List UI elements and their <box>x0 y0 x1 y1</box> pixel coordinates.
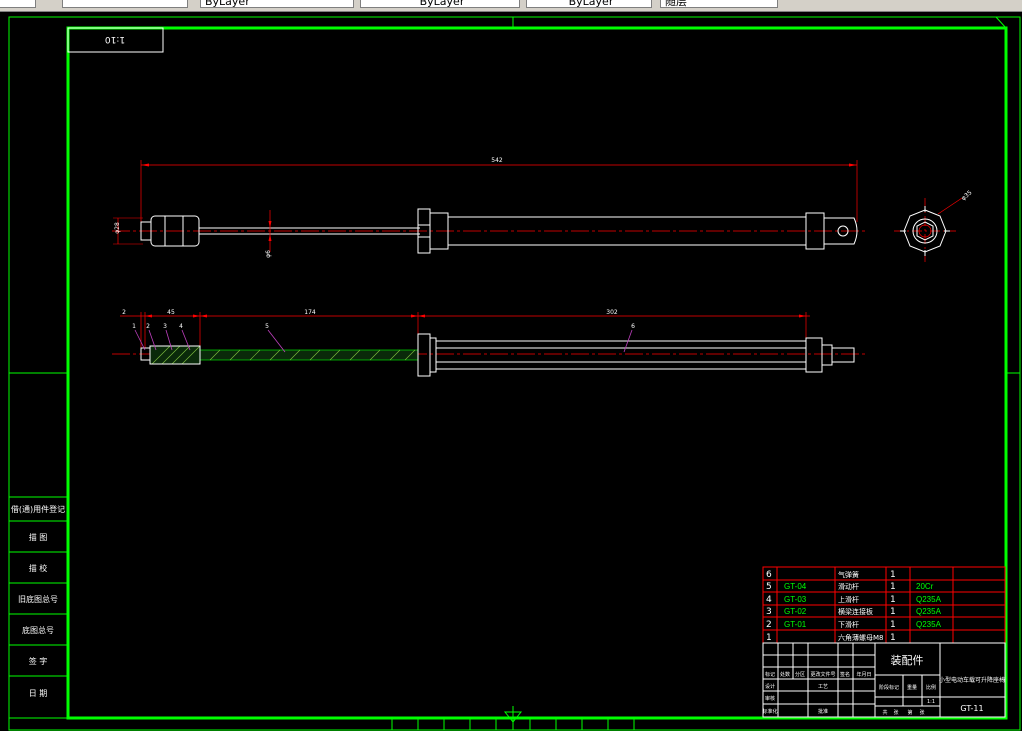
scale-box: 1:10 <box>67 27 164 53</box>
dim-head-diameter: φ28 <box>114 222 121 234</box>
bom-table: 6 5 4 3 2 1 GT-04 GT-03 GT-02 GT-01 气弹簧 … <box>762 566 1006 644</box>
balloon-4: 4 <box>179 323 183 330</box>
balloon-3: 3 <box>163 323 167 330</box>
tb-header-5: 年月日 <box>856 671 871 678</box>
dim-tube-length: 302 <box>606 309 618 316</box>
tb-stage-0: 阶段标记 <box>879 684 899 691</box>
tb-sheet-2: 第 <box>907 709 912 716</box>
title-block: 标记 处数 分区 更改文件号 签名 年月日 设计 工艺 审核 标准化 批准 阶段… <box>762 642 1006 718</box>
lineweight-dropdown[interactable]: ByLayer <box>526 0 652 8</box>
bom-qty-3: 1 <box>890 607 896 617</box>
tb-header-3: 更改文件号 <box>810 671 835 678</box>
svg-text:1:10: 1:10 <box>105 34 125 44</box>
bom-qty-5: 1 <box>890 582 896 592</box>
bom-no-5: 5 <box>766 582 772 592</box>
bom-name-1: 六角薄螺母M8 <box>838 633 884 642</box>
bom-material-2: Q235A <box>916 620 942 629</box>
color-dropdown[interactable]: ByLayer <box>200 0 354 8</box>
bom-name-3: 横梁连接板 <box>838 607 873 616</box>
tb-role-2: 审核 <box>765 695 775 702</box>
bom-code-5: GT-04 <box>784 582 807 591</box>
section-view: 2 45 174 302 1 2 3 4 5 6 <box>112 309 868 377</box>
drawing-svg[interactable]: 1:10 542 φ28 φ6 φ35 2 45 174 302 1 2 3 4… <box>0 12 1022 731</box>
balloon-1: 1 <box>132 323 136 330</box>
side-row-6: 日 期 <box>29 689 48 698</box>
tb-sheet-0: 共 <box>882 709 887 716</box>
plotstyle-dropdown[interactable]: 随层 <box>660 0 778 8</box>
tb-role-4: 批准 <box>818 708 828 715</box>
side-row-3: 旧底图总号 <box>18 594 58 604</box>
side-row-0: 借(通)用件登记 <box>11 504 65 514</box>
bom-no-1: 1 <box>766 633 772 643</box>
bom-name-6: 气弹簧 <box>838 570 859 579</box>
tb-scale-value: 1:1 <box>927 699 935 705</box>
balloon-5: 5 <box>265 323 269 330</box>
drawing-number: GT-11 <box>960 704 983 713</box>
design-title: 小型电动车载可升降座椅 <box>939 676 1005 684</box>
bom-name-2: 下滑杆 <box>838 620 859 629</box>
dim-rod-diameter: φ6 <box>265 250 272 258</box>
bom-qty-4: 1 <box>890 595 896 605</box>
drawing-canvas[interactable]: 1:10 542 φ28 φ6 φ35 2 45 174 302 1 2 3 4… <box>0 12 1022 731</box>
side-row-1: 描 图 <box>29 532 48 542</box>
bom-qty-1: 1 <box>890 633 896 643</box>
linetype-dropdown[interactable]: ByLayer <box>360 0 520 8</box>
dim-rod-length: 174 <box>304 309 316 316</box>
bom-no-6: 6 <box>766 570 772 580</box>
tb-header-0: 标记 <box>765 671 775 678</box>
bom-material-3: Q235A <box>916 607 942 616</box>
tb-header-2: 分区 <box>795 671 805 678</box>
dim-nut-length: 45 <box>167 309 175 316</box>
bom-no-3: 3 <box>766 607 772 617</box>
dim-gap: 2 <box>122 309 126 316</box>
side-panel: 借(通)用件登记 描 图 描 校 旧底图总号 底图总号 签 字 日 期 <box>8 496 69 719</box>
style-dropdown[interactable] <box>62 0 188 8</box>
tb-sheet-1: 张 <box>893 709 898 716</box>
balloon-2: 2 <box>146 323 150 330</box>
tb-sheet-3: 张 <box>919 709 924 716</box>
end-view: φ35 <box>894 189 974 264</box>
bom-code-3: GT-02 <box>784 607 807 616</box>
bom-material-4: Q235A <box>916 595 942 604</box>
dim-end-view-diameter: φ35 <box>960 189 974 202</box>
dim-overall-length: 542 <box>491 157 503 164</box>
assembly-label: 装配件 <box>891 654 924 667</box>
side-row-4: 底图总号 <box>22 625 54 635</box>
bom-name-5: 滑动杆 <box>838 582 859 591</box>
property-toolbar: ByLayer ByLayer ByLayer 随层 <box>0 0 1022 12</box>
tb-role-3: 标准化 <box>762 708 777 715</box>
bom-code-4: GT-03 <box>784 595 807 604</box>
tb-header-4: 签名 <box>840 671 850 678</box>
tb-stage-2: 比例 <box>926 684 936 691</box>
bom-name-4: 上滑杆 <box>838 595 859 604</box>
bom-material-5: 20Cr <box>916 582 934 591</box>
layer-dropdown[interactable] <box>0 0 36 8</box>
tb-stage-1: 重量 <box>907 684 917 691</box>
tb-role-0: 设计 <box>765 683 775 690</box>
drawing-frame <box>8 16 1021 731</box>
balloon-6: 6 <box>631 323 635 330</box>
side-row-5: 签 字 <box>29 656 48 666</box>
bom-qty-6: 1 <box>890 570 896 580</box>
tb-role-1: 工艺 <box>818 684 828 690</box>
top-view: 542 φ28 φ6 <box>112 157 868 258</box>
bom-qty-2: 1 <box>890 620 896 630</box>
tb-header-1: 处数 <box>780 671 790 678</box>
side-row-2: 描 校 <box>29 563 48 573</box>
bom-code-2: GT-01 <box>784 620 807 629</box>
bom-no-4: 4 <box>766 595 772 605</box>
bom-no-2: 2 <box>766 620 772 630</box>
